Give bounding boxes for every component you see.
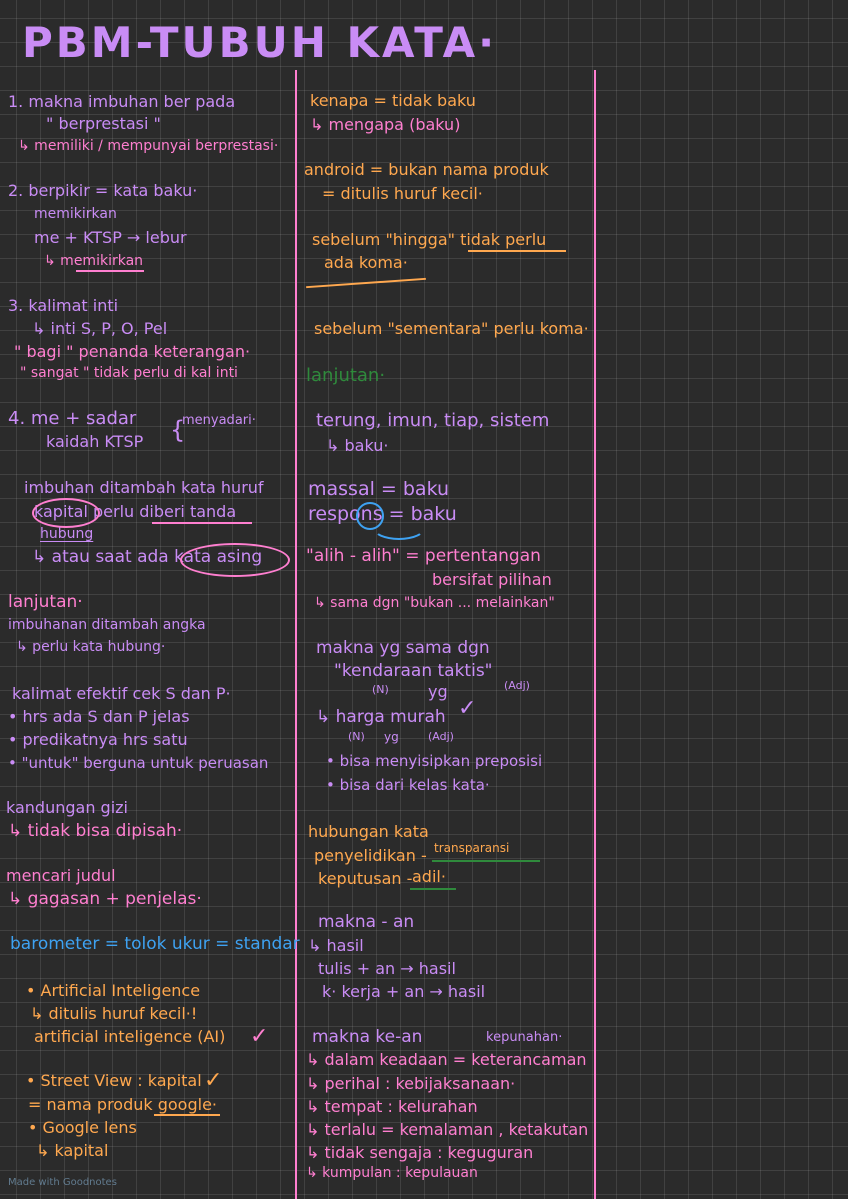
- note-line: • Google lens: [28, 1118, 137, 1137]
- note-line: tulis + an → hasil: [318, 959, 456, 978]
- note-line: ↳ mengapa (baku): [310, 115, 461, 134]
- note-line: • bisa dari kelas kata·: [326, 776, 490, 794]
- note-line: ↳ kumpulan : kepulauan: [306, 1165, 478, 1181]
- note-line: barometer = tolok ukur = standar: [10, 934, 300, 954]
- note-line: artificial inteligence (AI): [34, 1027, 226, 1046]
- note-line: ↳ perlu kata hubung·: [16, 639, 166, 655]
- note-line: ↳ baku·: [326, 436, 389, 455]
- page-title: PBM-TUBUH KATA·: [22, 18, 498, 67]
- note-line: • hrs ada S dan P jelas: [8, 707, 190, 726]
- note-line: " sangat " tidak perlu di kal inti: [20, 365, 238, 381]
- note-line: " bagi " penanda keterangan·: [14, 342, 251, 361]
- note-line: makna ke-an: [312, 1027, 423, 1047]
- underline: [432, 860, 540, 862]
- note-line: (N): [372, 683, 389, 696]
- circle-highlight: [180, 543, 290, 577]
- note-line: ↳ dalam keadaan = keterancaman: [306, 1050, 587, 1069]
- circle-highlight: [32, 498, 100, 528]
- note-line: lanjutan·: [8, 592, 83, 612]
- note-page: PBM-TUBUH KATA· 1. makna imbuhan ber pad…: [0, 0, 848, 1199]
- note-line: hubung: [40, 526, 94, 542]
- note-line: massal = baku: [308, 478, 450, 500]
- note-line: (Adj): [504, 679, 530, 692]
- note-line: kaidah KTSP: [46, 432, 144, 451]
- note-line: yg: [428, 682, 448, 701]
- underline: [76, 270, 144, 272]
- underline: [154, 1114, 220, 1116]
- note-line: ada koma·: [324, 253, 408, 272]
- note-line: ↳ terlalu = kemalaman , ketakutan: [306, 1120, 589, 1139]
- note-line: sebelum "sementara" perlu koma·: [314, 319, 589, 338]
- note-line: makna - an: [318, 912, 415, 932]
- note-line: kepunahan·: [486, 1030, 563, 1045]
- note-line: me + KTSP → lebur: [34, 228, 187, 247]
- note-line: imbuhanan ditambah angka: [8, 617, 206, 633]
- note-line: " berprestasi ": [46, 114, 161, 133]
- column-divider-right: [594, 70, 596, 1199]
- note-line: ↳ memikirkan: [44, 253, 144, 269]
- note-line: = nama produk google·: [28, 1095, 217, 1114]
- note-line: sebelum "hingga" tidak perlu: [312, 230, 547, 249]
- note-line: memikirkan: [34, 206, 117, 222]
- note-line: ↳ memiliki / mempunyai berprestasi·: [18, 138, 279, 154]
- check-mark: ✓: [250, 1024, 269, 1049]
- note-line: "kendaraan taktis": [334, 661, 493, 681]
- note-line: 3. kalimat inti: [8, 296, 119, 315]
- note-line: • Street View : kapital: [26, 1071, 202, 1090]
- note-line: terung, imun, tiap, sistem: [316, 410, 550, 431]
- note-line: ↳ hasil: [308, 936, 364, 955]
- arrow-curve: [372, 514, 426, 540]
- note-line: ↳ gagasan + penjelas·: [8, 889, 202, 909]
- note-line: "alih - alih" = pertentangan: [306, 546, 541, 566]
- note-line: hubungan kata: [308, 822, 429, 841]
- note-line: keputusan -: [318, 869, 413, 888]
- note-line: kenapa = tidak baku: [310, 91, 476, 110]
- note-line: (N): [348, 730, 365, 743]
- note-line: lanjutan·: [306, 365, 386, 386]
- check-mark: ✓: [458, 696, 477, 721]
- note-line: ↳ tempat : kelurahan: [306, 1097, 478, 1116]
- column-divider-left: [295, 70, 297, 1199]
- note-line: ↳ ditulis huruf kecil·!: [30, 1004, 198, 1023]
- note-line: menyadari·: [182, 413, 256, 428]
- note-line: transparansi: [434, 841, 510, 855]
- note-line: adil·: [412, 867, 446, 886]
- note-line: kalimat efektif cek S dan P·: [12, 684, 231, 703]
- note-line: mencari judul: [6, 866, 116, 885]
- note-line: penyelidikan -: [314, 846, 427, 865]
- underline: [410, 888, 456, 890]
- note-line: 4. me + sadar: [8, 408, 137, 429]
- note-line: kandungan gizi: [6, 798, 128, 817]
- underline: [306, 277, 426, 289]
- note-line: 2. berpikir = kata baku·: [8, 181, 198, 200]
- note-line: imbuhan ditambah kata huruf: [24, 478, 264, 497]
- note-line: ↳ harga murah: [316, 707, 446, 727]
- note-line: ↳ sama dgn "bukan ... melainkan": [314, 595, 555, 611]
- note-line: ↳ kapital: [36, 1141, 109, 1160]
- note-line: ↳ tidak bisa dipisah·: [8, 821, 183, 841]
- note-line: • predikatnya hrs satu: [8, 730, 188, 749]
- note-line: = ditulis huruf kecil·: [322, 184, 483, 203]
- note-line: ↳ inti S, P, O, Pel: [32, 319, 168, 338]
- underline: [468, 250, 566, 252]
- note-line: • "untuk" berguna untuk peruasan: [8, 754, 269, 772]
- note-line: (Adj): [428, 730, 454, 743]
- note-line: bersifat pilihan: [432, 570, 552, 589]
- note-line: • Artificial Inteligence: [26, 981, 201, 1000]
- note-line: ↳ tidak sengaja : keguguran: [306, 1143, 534, 1162]
- note-line: k· kerja + an → hasil: [322, 982, 486, 1001]
- underline: [152, 522, 252, 524]
- note-line: ↳ perihal : kebijaksanaan·: [306, 1074, 516, 1093]
- note-line: 1. makna imbuhan ber pada: [8, 92, 236, 111]
- note-line: • bisa menyisipkan preposisi: [326, 752, 543, 770]
- note-line: yg: [384, 730, 399, 744]
- note-line: android = bukan nama produk: [304, 160, 549, 179]
- goodnotes-watermark: Made with Goodnotes: [8, 1177, 117, 1188]
- note-line: makna yg sama dgn: [316, 638, 490, 658]
- check-mark: ✓: [204, 1068, 223, 1093]
